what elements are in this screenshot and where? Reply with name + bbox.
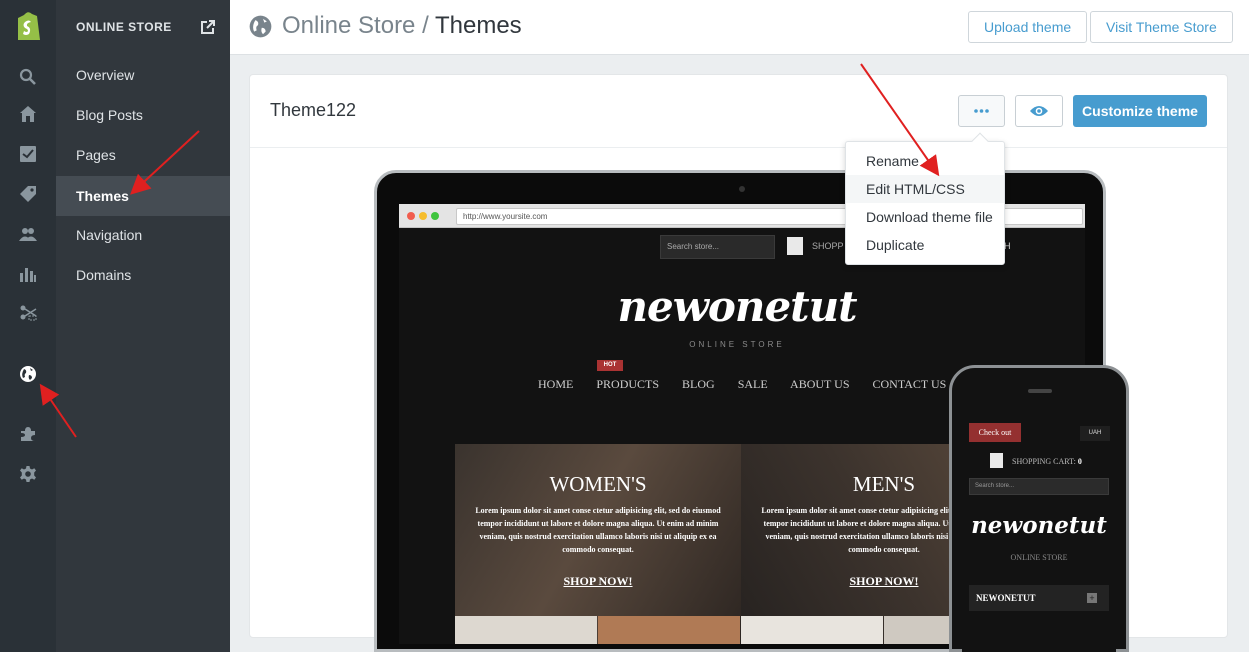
hot-badge: HOT	[597, 360, 623, 371]
phone-cart: SHOPPING CART: 0	[1012, 457, 1082, 466]
menu-item-duplicate[interactable]: Duplicate	[846, 231, 1004, 259]
eye-icon	[1030, 106, 1048, 116]
preview-search: Search store...	[660, 235, 775, 259]
preview-menu-item: SALE	[737, 377, 768, 391]
reports-icon[interactable]	[17, 263, 39, 285]
phone-cart-count: 0	[1077, 457, 1082, 466]
preview-logo-sub: ONLINE STORE	[689, 340, 785, 349]
orders-icon[interactable]	[17, 143, 39, 165]
customers-icon[interactable]	[17, 223, 39, 245]
banner-link: SHOP NOW!	[563, 574, 633, 588]
theme-actions-button[interactable]	[958, 95, 1005, 127]
preview-logo: newonetut	[617, 282, 857, 331]
tag-icon[interactable]	[17, 183, 39, 205]
settings-gear-icon[interactable]	[17, 463, 39, 485]
online-store-nav: ONLINE STORE Overview Blog Posts Pages T…	[56, 0, 230, 652]
discounts-icon[interactable]	[17, 302, 39, 324]
womens-banner: WOMEN'S Lorem ipsum dolor sit amet conse…	[455, 444, 741, 644]
preview-menu-item: CONTACT US	[872, 377, 947, 391]
apps-puzzle-icon[interactable]	[17, 423, 39, 445]
phone-logo: newonetut	[971, 512, 1107, 539]
close-dot-icon	[407, 212, 415, 220]
breadcrumb: Online Store / Themes	[282, 12, 522, 40]
sidebar-item-themes[interactable]: Themes	[56, 176, 230, 216]
preview-menu-item: PRODUCTS	[596, 377, 660, 391]
laptop-camera	[739, 186, 745, 192]
shopping-bag-icon	[990, 453, 1003, 468]
shopify-admin: ONLINE STORE Overview Blog Posts Pages T…	[0, 0, 1249, 652]
product-thumbnail	[455, 616, 597, 644]
product-thumbnail	[741, 616, 883, 644]
menu-item-download-theme-file[interactable]: Download theme file	[846, 203, 1004, 231]
theme-name: Theme122	[270, 100, 357, 120]
sidebar-item-overview[interactable]: Overview	[56, 55, 230, 95]
theme-actions-dropdown: Rename Edit HTML/CSS Download theme file…	[845, 132, 1005, 265]
phone-currency: UAH	[1080, 426, 1110, 441]
customize-theme-button[interactable]: Customize theme	[1073, 95, 1207, 127]
mobile-preview-phone: Check out UAH SHOPPING CART: 0 Search st…	[949, 365, 1129, 652]
preview-menu-item: BLOG	[682, 377, 715, 391]
minimize-dot-icon	[419, 212, 427, 220]
preview-theme-button[interactable]	[1015, 95, 1063, 127]
page-title: Themes	[434, 12, 522, 39]
preview-menu: HOME PRODUCTS BLOG SALE ABOUT US CONTACT…	[538, 377, 966, 392]
home-icon[interactable]	[17, 103, 39, 125]
maximize-dot-icon	[431, 212, 439, 220]
phone-speaker	[1028, 389, 1052, 393]
sidebar-item-blog-posts[interactable]: Blog Posts	[56, 95, 230, 135]
page-header: Online Store / Themes Upload theme Visit…	[230, 0, 1249, 55]
upload-theme-button[interactable]: Upload theme	[968, 11, 1088, 43]
ellipsis-icon	[974, 109, 989, 113]
shopify-logo[interactable]	[14, 10, 42, 42]
sidebar-item-navigation[interactable]: Navigation	[56, 215, 230, 255]
preview-menu-item: ABOUT US	[790, 377, 850, 391]
plus-icon: +	[1087, 593, 1097, 603]
phone-search: Search store...	[969, 478, 1109, 495]
phone-cart-label: SHOPPING CART:	[1012, 457, 1076, 466]
preview-shopping-text: SHOPP	[812, 241, 844, 251]
product-thumbnail	[598, 616, 740, 644]
theme-card-header: Theme122 Customize theme	[250, 75, 1227, 148]
icon-rail	[0, 0, 56, 652]
menu-item-edit-html-css[interactable]: Edit HTML/CSS	[846, 175, 1004, 203]
breadcrumb-separator: /	[422, 12, 429, 39]
visit-theme-store-button[interactable]: Visit Theme Store	[1090, 11, 1233, 43]
mobile-preview-screen: Check out UAH SHOPPING CART: 0 Search st…	[962, 417, 1116, 652]
search-icon[interactable]	[17, 66, 39, 88]
banner-title: WOMEN'S	[549, 472, 647, 496]
preview-menu-item: HOME	[538, 377, 574, 391]
nav-section-title: ONLINE STORE	[76, 20, 172, 34]
online-store-globe-icon[interactable]	[17, 363, 39, 385]
shopping-bag-icon	[787, 237, 803, 255]
phone-checkout-button: Check out	[969, 423, 1021, 442]
external-link-icon[interactable]	[201, 20, 215, 34]
sidebar-item-domains[interactable]: Domains	[56, 255, 230, 295]
breadcrumb-parent[interactable]: Online Store	[282, 12, 415, 39]
sidebar-item-pages[interactable]: Pages	[56, 135, 230, 175]
online-store-globe-icon	[249, 15, 272, 38]
banner-body: Lorem ipsum dolor sit amet conse ctetur …	[475, 506, 721, 554]
menu-item-rename[interactable]: Rename	[846, 147, 1004, 175]
phone-logo-sub: ONLINE STORE	[1010, 553, 1068, 562]
